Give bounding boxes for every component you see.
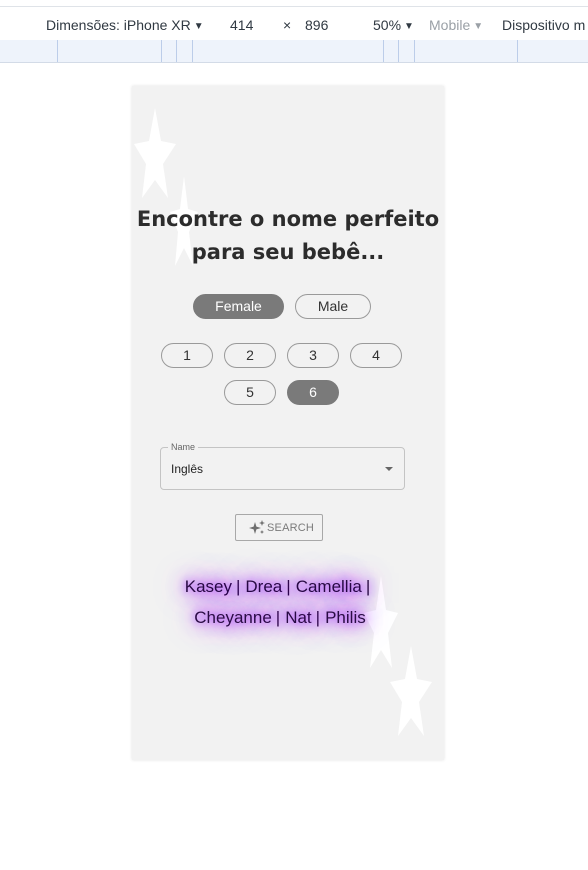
device-type-dropdown[interactable]: Dispositivo m <box>502 17 585 33</box>
mode-dropdown[interactable]: Mobile ▼ <box>429 17 483 33</box>
name-origin-value: Inglês <box>171 462 204 476</box>
search-button[interactable]: SEARCH <box>235 514 323 541</box>
device-toolbar: Dimensões: iPhone XR ▼ 414 × 896 50% ▼ Mob… <box>0 6 588 40</box>
height-input[interactable]: 896 <box>305 17 328 33</box>
ruler-tick[interactable] <box>176 40 177 62</box>
gender-female-button[interactable]: Female <box>193 294 284 319</box>
name-origin-select[interactable]: Name Inglês <box>160 441 405 490</box>
result-separator: | <box>315 608 321 627</box>
count-option-4[interactable]: 4 <box>350 343 402 368</box>
gender-male-button[interactable]: Male <box>295 294 371 319</box>
ruler-tick[interactable] <box>517 40 518 62</box>
caret-down-icon: ▼ <box>404 21 414 32</box>
ruler-tick[interactable] <box>192 40 193 62</box>
result-name: Nat <box>285 608 312 627</box>
times-sign: × <box>283 17 292 33</box>
mode-label: Mobile <box>429 17 471 33</box>
results-line: Cheyanne | Nat | Philis <box>160 602 400 633</box>
count-option-2[interactable]: 2 <box>224 343 276 368</box>
ruler-tick[interactable] <box>161 40 162 62</box>
page-title: Encontre o nome perfeito para seu bebê..… <box>132 203 444 269</box>
dimensions-label: Dimensões: iPhone XR <box>46 17 191 33</box>
result-separator: | <box>365 577 371 596</box>
result-name: Drea <box>245 577 283 596</box>
count-option-6[interactable]: 6 <box>287 380 339 405</box>
search-button-label: SEARCH <box>267 522 315 534</box>
name-results: Kasey | Drea | Camellia | Cheyanne | Nat | Philis <box>160 571 400 633</box>
result-separator: | <box>275 608 281 627</box>
count-option-1[interactable]: 1 <box>161 343 213 368</box>
ruler-tick[interactable] <box>398 40 399 62</box>
ruler-tick[interactable] <box>383 40 384 62</box>
caret-down-icon: ▼ <box>193 21 204 32</box>
zoom-dropdown[interactable]: 50% ▼ <box>373 17 414 33</box>
result-name: Cheyanne <box>194 608 272 627</box>
star-icon <box>390 646 432 736</box>
sparkle-icon <box>248 520 266 539</box>
caret-down-icon: ▼ <box>473 21 484 32</box>
result-separator: | <box>286 577 291 596</box>
media-query-ruler <box>0 40 588 63</box>
zoom-label: 50% <box>373 17 402 33</box>
result-name: Kasey <box>184 577 232 596</box>
width-input[interactable]: 414 <box>230 17 253 33</box>
page-title-line: para seu bebê... <box>191 240 385 264</box>
result-name: Camellia <box>295 577 362 596</box>
result-name: Philis <box>325 608 366 627</box>
results-line: Kasey | Drea | Camellia | <box>160 571 400 602</box>
dimensions-dropdown[interactable]: Dimensões: iPhone XR ▼ <box>46 17 204 33</box>
count-option-5[interactable]: 5 <box>224 380 276 405</box>
ruler-tick[interactable] <box>414 40 415 62</box>
result-separator: | <box>235 577 241 596</box>
page-title-line: Encontre o nome perfeito <box>136 207 440 231</box>
device-viewport: Encontre o nome perfeito para seu bebê..… <box>132 86 444 760</box>
name-origin-label: Name <box>168 441 199 453</box>
dropdown-arrow-icon <box>385 467 393 471</box>
count-option-3[interactable]: 3 <box>287 343 339 368</box>
ruler-tick[interactable] <box>57 40 58 62</box>
